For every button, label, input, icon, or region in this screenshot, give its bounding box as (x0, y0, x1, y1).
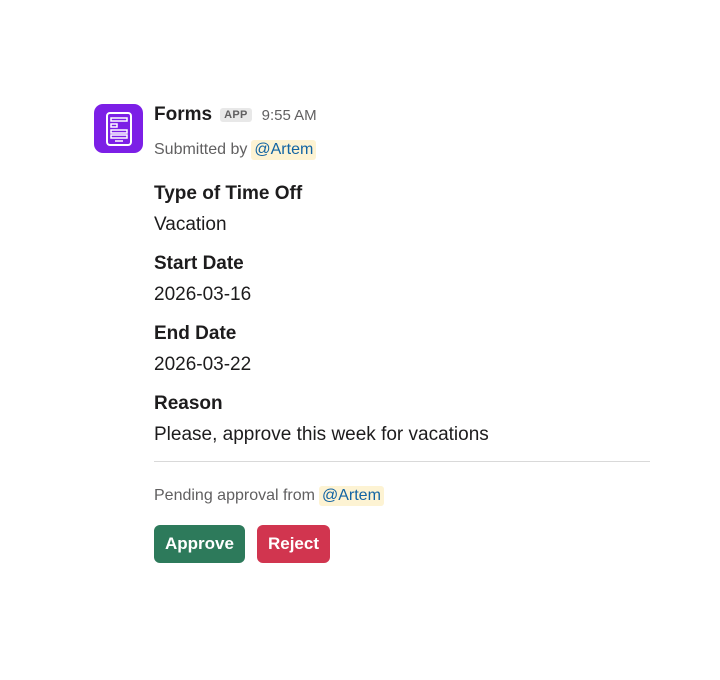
message-header: Forms APP 9:55 AM (154, 101, 650, 129)
app-avatar[interactable] (94, 104, 143, 153)
submitted-by-label: Submitted by (154, 141, 248, 158)
form-document-icon (105, 111, 132, 146)
field-start-date: Start Date 2026-03-16 (154, 251, 650, 308)
field-label: Type of Time Off (154, 183, 303, 204)
field-end-date: End Date 2026-03-22 (154, 321, 650, 378)
submitted-by: Submitted by @Artem (154, 138, 650, 162)
field-reason: Reason Please, approve this week for vac… (154, 391, 650, 448)
approver-mention[interactable]: @Artem (318, 486, 384, 506)
field-value: 2026-03-16 (154, 284, 252, 305)
field-value: 2026-03-22 (154, 354, 252, 375)
message-content: Forms APP 9:55 AM Submitted by @Artem Ty… (154, 101, 650, 563)
field-label: End Date (154, 323, 237, 344)
field-value: Vacation (154, 214, 227, 235)
reject-button[interactable]: Reject (256, 525, 330, 563)
field-type-of-time-off: Type of Time Off Vacation (154, 181, 650, 238)
user-mention[interactable]: @Artem (251, 140, 317, 160)
action-buttons: Approve Reject (154, 525, 650, 563)
pending-approval-label: Pending approval from (154, 487, 315, 504)
divider (154, 461, 650, 462)
app-name[interactable]: Forms (154, 104, 212, 126)
timestamp[interactable]: 9:55 AM (262, 107, 317, 124)
app-badge: APP (220, 108, 252, 122)
form-fields: Type of Time Off Vacation Start Date 202… (154, 181, 650, 448)
field-label: Reason (154, 393, 223, 414)
field-value: Please, approve this week for vacations (154, 424, 489, 445)
field-label: Start Date (154, 253, 244, 274)
approve-button[interactable]: Approve (154, 525, 245, 563)
pending-approval: Pending approval from @Artem (154, 483, 650, 509)
